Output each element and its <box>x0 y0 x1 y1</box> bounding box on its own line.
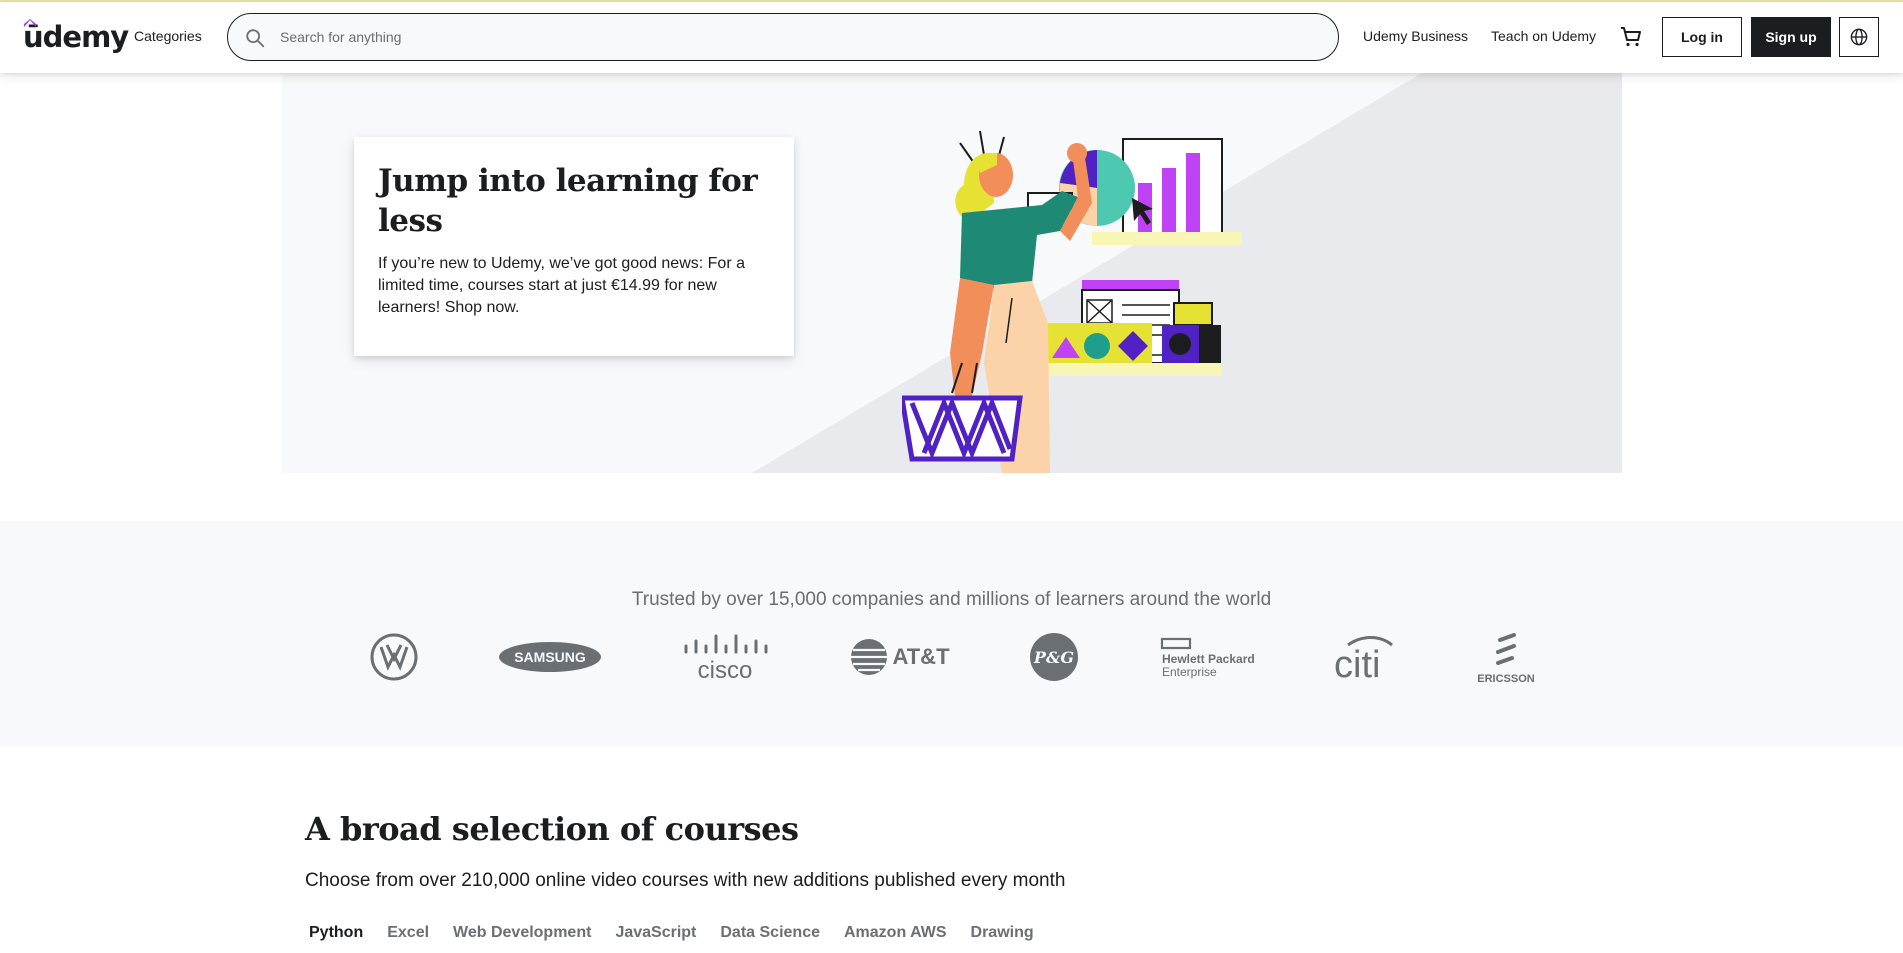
udemy-logo[interactable]: ūdemy <box>23 20 129 54</box>
udemy-business-link[interactable]: Udemy Business <box>1363 28 1468 44</box>
tab-data-science[interactable]: Data Science <box>716 924 824 942</box>
cisco-logo: cisco <box>680 631 770 683</box>
hewlett-packard-enterprise-logo: Hewlett Packard Enterprise <box>1160 631 1256 683</box>
signup-button[interactable]: Sign up <box>1751 17 1831 57</box>
svg-text:ERICSSON: ERICSSON <box>1477 673 1535 685</box>
search-input[interactable] <box>280 14 1320 60</box>
samsung-logo: SAMSUNG <box>498 631 602 683</box>
categories-link[interactable]: Categories <box>134 28 202 44</box>
svg-text:P&G: P&G <box>1033 648 1074 667</box>
search-bar[interactable] <box>227 13 1339 61</box>
shopping-learner-illustration: </> <box>902 130 1242 473</box>
language-button[interactable] <box>1839 17 1879 57</box>
courses-section-subtitle: Choose from over 210,000 online video co… <box>305 870 1066 891</box>
tab-python[interactable]: Python <box>305 924 367 942</box>
hero-text[interactable]: If you’re new to Udemy, we’ve got good n… <box>378 253 770 319</box>
ericsson-logo: ERICSSON <box>1476 631 1536 687</box>
tab-javascript[interactable]: JavaScript <box>611 924 700 942</box>
svg-text:SAMSUNG: SAMSUNG <box>514 649 586 665</box>
pg-logo: P&G <box>1030 631 1078 683</box>
trusted-text: Trusted by over 15,000 companies and mil… <box>631 589 1272 610</box>
site-header: ūdemy Categories Udemy Business Teach on… <box>0 2 1903 73</box>
tab-excel[interactable]: Excel <box>383 924 433 942</box>
logo-mark-icon <box>24 19 36 27</box>
tab-amazon-aws[interactable]: Amazon AWS <box>840 924 951 942</box>
hero-banner: Jump into learning for less If you’re ne… <box>282 73 1622 473</box>
courses-section-title: A broad selection of courses <box>305 810 799 848</box>
teach-on-udemy-link[interactable]: Teach on Udemy <box>1491 28 1596 44</box>
tab-drawing[interactable]: Drawing <box>967 924 1038 942</box>
globe-icon <box>1850 28 1868 46</box>
tab-web-development[interactable]: Web Development <box>449 924 595 942</box>
hero-card: Jump into learning for less If you’re ne… <box>354 137 794 356</box>
cart-icon[interactable] <box>1619 25 1643 49</box>
hero-title: Jump into learning for less <box>378 163 758 239</box>
citi-logo: citi <box>1334 631 1398 683</box>
svg-text:Enterprise: Enterprise <box>1162 665 1217 679</box>
course-topic-tabs: Python Excel Web Development JavaScript Data… <box>305 924 1054 942</box>
login-button[interactable]: Log in <box>1662 17 1742 57</box>
svg-text:cisco: cisco <box>698 657 753 682</box>
trusted-companies-section: Trusted by over 15,000 companies and mil… <box>0 521 1903 747</box>
att-logo: AT&T <box>850 631 950 683</box>
svg-text:citi: citi <box>1334 644 1380 681</box>
svg-text:Hewlett Packard: Hewlett Packard <box>1162 652 1255 666</box>
volkswagen-logo <box>369 631 419 683</box>
search-icon[interactable] <box>244 27 266 49</box>
